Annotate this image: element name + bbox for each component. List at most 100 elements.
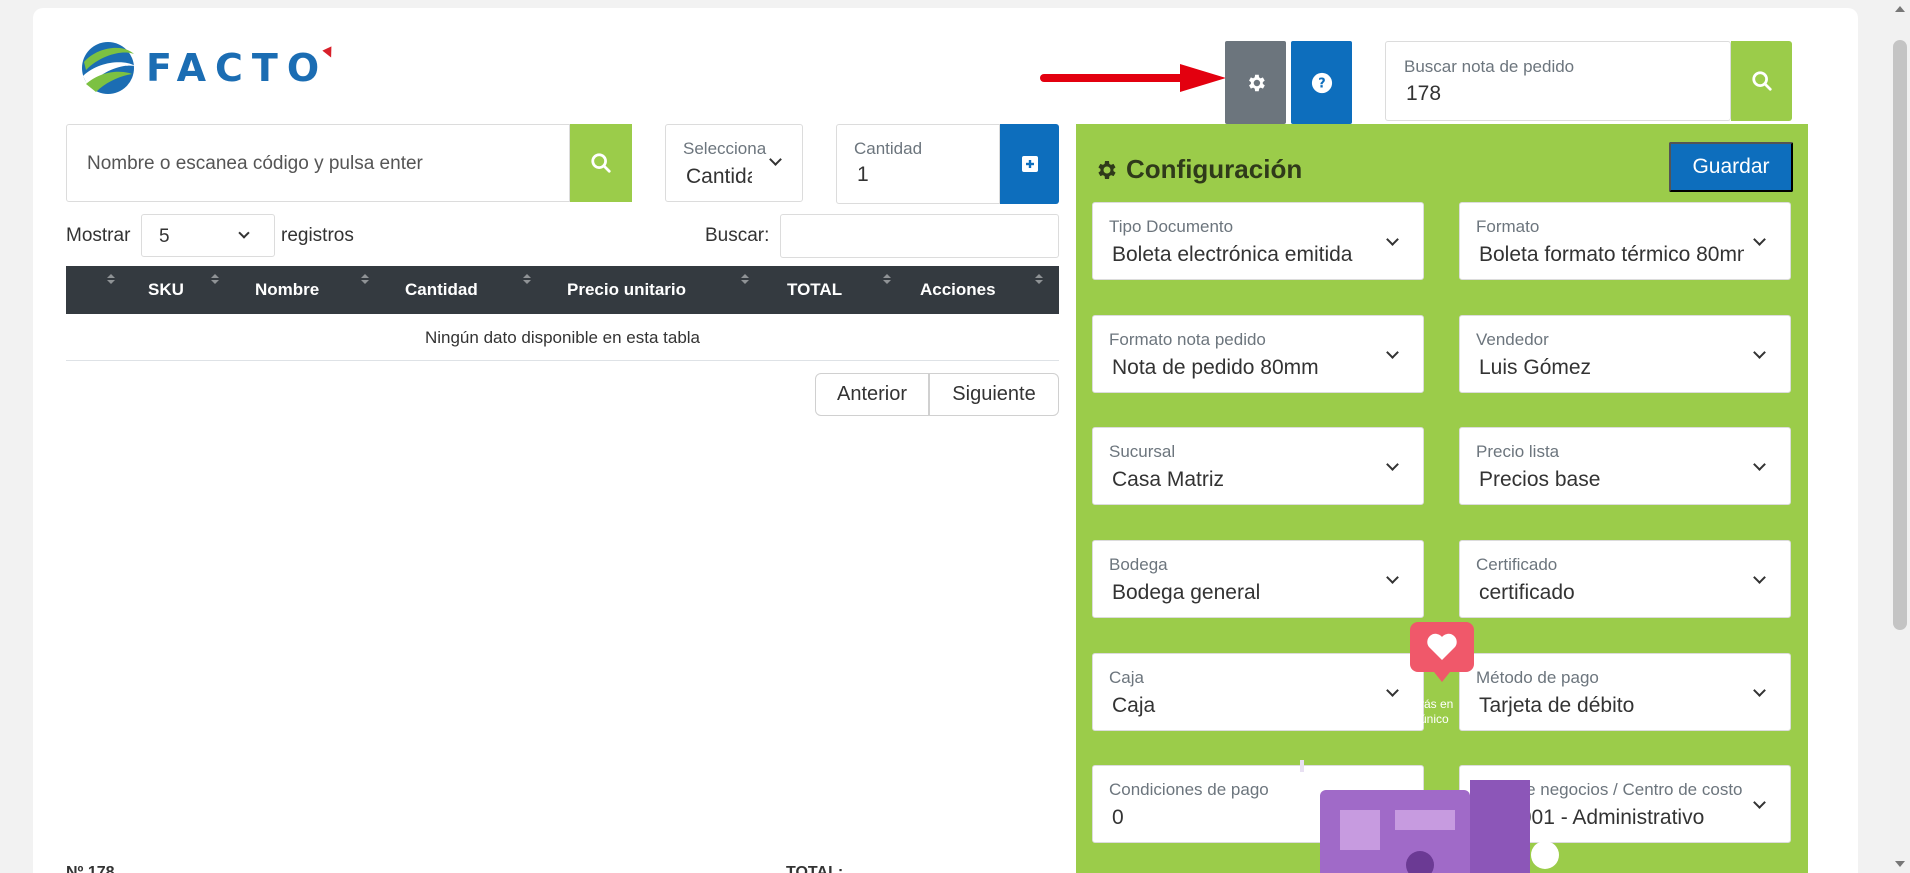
field-label: Tipo Documento xyxy=(1109,217,1234,236)
chevron-down-icon xyxy=(1753,796,1766,809)
field-value: Tarjeta de débito xyxy=(1479,694,1635,717)
column-nombre[interactable]: Nombre xyxy=(255,280,319,300)
quantity-label: Cantidad xyxy=(854,139,923,158)
promo-illustration xyxy=(1300,760,1559,873)
order-search-field[interactable]: Buscar nota de pedido 178 xyxy=(1385,41,1731,121)
tipo-documento-select[interactable]: Tipo Documento Boleta electrónica emitid… xyxy=(1092,202,1424,280)
question-circle-icon: ? xyxy=(1311,72,1332,93)
chevron-down-icon xyxy=(1753,233,1766,246)
field-value: Casa Matriz xyxy=(1112,468,1225,491)
heart-icon xyxy=(1427,633,1457,660)
logo-text: FACTO xyxy=(146,46,329,90)
unit-select-label: Selecciona xyxy=(683,139,767,158)
field-label: Bodega xyxy=(1109,555,1168,574)
product-search-input[interactable]: Nombre o escanea código y pulsa enter xyxy=(66,124,570,202)
configuration-title-text: Configuración xyxy=(1126,154,1303,184)
promo-text-line-1: rás en xyxy=(1420,697,1454,711)
settings-button[interactable] xyxy=(1225,41,1286,124)
svg-text:?: ? xyxy=(1318,76,1325,91)
bodega-select[interactable]: Bodega Bodega general xyxy=(1092,540,1424,618)
red-arrow-annotation xyxy=(1040,64,1226,92)
field-label: Certificado xyxy=(1476,555,1558,574)
scroll-up-icon[interactable] xyxy=(1895,6,1905,12)
field-label: Precio lista xyxy=(1476,442,1560,461)
field-label: Condiciones de pago xyxy=(1109,780,1269,799)
certificado-select[interactable]: Certificado certificado xyxy=(1459,540,1791,618)
metodo-pago-select[interactable]: Método de pago Tarjeta de débito xyxy=(1459,653,1791,731)
sort-icon[interactable] xyxy=(361,274,370,284)
chevron-down-icon xyxy=(1386,346,1399,359)
total-label: TOTAL: xyxy=(786,864,844,873)
facto-logo[interactable]: FACTO xyxy=(80,40,336,96)
column-precio-unitario[interactable]: Precio unitario xyxy=(567,280,686,300)
order-search-label: Buscar nota de pedido xyxy=(1404,57,1575,76)
gear-icon xyxy=(1098,160,1116,179)
sort-icon[interactable] xyxy=(211,274,220,284)
save-button[interactable]: Guardar xyxy=(1669,142,1793,192)
previous-page-button[interactable]: Anterior xyxy=(815,373,929,416)
gear-icon xyxy=(1248,74,1265,91)
sort-icon[interactable] xyxy=(1035,274,1044,284)
sucursal-select[interactable]: Sucursal Casa Matriz xyxy=(1092,427,1424,505)
field-value: Caja xyxy=(1112,694,1156,717)
next-page-button[interactable]: Siguiente xyxy=(929,373,1059,416)
show-entries-label: Mostrar xyxy=(66,225,131,246)
scrollbar-thumb[interactable] xyxy=(1893,40,1907,630)
records-label: registros xyxy=(281,225,354,246)
sort-icon[interactable] xyxy=(107,274,116,284)
column-total[interactable]: TOTAL xyxy=(787,280,842,300)
chevron-down-icon xyxy=(1753,571,1766,584)
chevron-down-icon xyxy=(238,227,250,239)
field-label: Formato xyxy=(1476,217,1540,236)
promo-text-line-2: único xyxy=(1420,712,1449,726)
field-value: Boleta formato térmico 80mm xyxy=(1479,243,1744,266)
configuration-title: Configuración xyxy=(1094,154,1302,185)
order-number: Nº 178 xyxy=(66,864,115,873)
promo-heart-badge[interactable] xyxy=(1410,622,1474,682)
order-search-input[interactable]: 178 xyxy=(1406,82,1441,106)
unit-select-value: Cantidad xyxy=(686,165,752,188)
chevron-down-icon xyxy=(1386,458,1399,471)
chevron-down-icon xyxy=(1753,684,1766,697)
field-label: Caja xyxy=(1109,668,1144,687)
add-product-button[interactable] xyxy=(1000,124,1059,204)
globe-logo-icon xyxy=(82,42,135,94)
column-cantidad[interactable]: Cantidad xyxy=(405,280,478,300)
empty-table-message: Ningún dato disponible en esta tabla xyxy=(66,314,1059,361)
search-icon xyxy=(1751,71,1772,91)
sort-icon[interactable] xyxy=(523,274,532,284)
entries-per-page-value: 5 xyxy=(159,226,170,247)
field-label: Formato nota pedido xyxy=(1109,330,1266,349)
chevron-down-icon xyxy=(1386,684,1399,697)
formato-select[interactable]: Formato Boleta formato térmico 80mm xyxy=(1459,202,1791,280)
precio-lista-select[interactable]: Precio lista Precios base xyxy=(1459,427,1791,505)
promo-text: rás en único xyxy=(1420,697,1453,727)
product-search-placeholder: Nombre o escanea código y pulsa enter xyxy=(87,153,423,174)
quantity-input[interactable]: 1 xyxy=(857,163,869,187)
column-acciones[interactable]: Acciones xyxy=(920,280,996,300)
product-search-button[interactable] xyxy=(570,124,632,202)
formato-nota-pedido-select[interactable]: Formato nota pedido Nota de pedido 80mm xyxy=(1092,315,1424,393)
order-search-button[interactable] xyxy=(1731,41,1792,121)
quantity-field[interactable]: Cantidad 1 xyxy=(836,124,1000,204)
field-value: Bodega general xyxy=(1112,581,1261,604)
page-scrollbar[interactable] xyxy=(1890,0,1910,873)
field-label: Método de pago xyxy=(1476,668,1599,687)
field-value: Nota de pedido 80mm xyxy=(1112,356,1319,379)
field-label: Vendedor xyxy=(1476,330,1549,349)
field-value: Boleta electrónica emitida xyxy=(1112,243,1353,266)
sort-icon[interactable] xyxy=(741,274,750,284)
column-sku[interactable]: SKU xyxy=(148,280,184,300)
table-search-input[interactable] xyxy=(780,214,1059,258)
entries-per-page-select[interactable]: 5 xyxy=(141,214,275,257)
unit-select[interactable]: Selecciona Cantidad xyxy=(665,124,803,202)
field-value: certificado xyxy=(1479,581,1575,604)
table-search-label: Buscar: xyxy=(705,225,770,246)
sort-icon[interactable] xyxy=(883,274,892,284)
help-button[interactable]: ? xyxy=(1291,41,1352,124)
vendedor-select[interactable]: Vendedor Luis Gómez xyxy=(1459,315,1791,393)
field-label: Sucursal xyxy=(1109,442,1176,461)
caja-select[interactable]: Caja Caja xyxy=(1092,653,1424,731)
scroll-down-icon[interactable] xyxy=(1895,861,1905,867)
chevron-down-icon xyxy=(1386,571,1399,584)
